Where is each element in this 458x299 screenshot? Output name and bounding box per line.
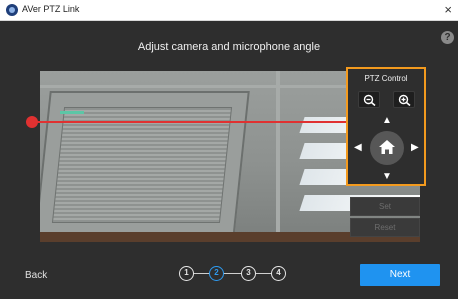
home-icon: [379, 140, 395, 154]
pan-right-icon[interactable]: ▶: [411, 143, 419, 153]
set-button[interactable]: Set: [350, 197, 420, 216]
title-bar: AVer PTZ Link ×: [0, 0, 458, 21]
step-indicator: 1 2 3 4: [179, 264, 289, 282]
angle-guide-line: [32, 121, 346, 123]
pan-left-icon[interactable]: ◀: [354, 143, 362, 153]
step-connector: [188, 273, 278, 274]
home-position-button[interactable]: [370, 131, 404, 165]
zoom-in-button[interactable]: [393, 91, 415, 108]
next-button[interactable]: Next: [360, 264, 440, 286]
aver-logo-icon: [6, 4, 18, 16]
zoom-out-icon: [363, 94, 376, 106]
step-1: 1: [179, 266, 194, 281]
window-title: AVer PTZ Link: [22, 4, 80, 14]
step-2-active: 2: [209, 266, 224, 281]
zoom-in-icon: [398, 94, 411, 106]
tilt-up-icon[interactable]: ▲: [382, 116, 392, 126]
ptz-control-panel: PTZ Control ▲ ◀ ▶ ▼: [346, 67, 426, 186]
angle-guide-handle[interactable]: [26, 116, 38, 128]
main-panel: ? Adjust camera and microphone angle PTZ…: [0, 21, 458, 299]
ptz-control-title: PTZ Control: [364, 74, 408, 83]
reset-button[interactable]: Reset: [350, 218, 420, 237]
page-heading: Adjust camera and microphone angle: [137, 41, 321, 53]
step-3: 3: [241, 266, 256, 281]
step-4: 4: [271, 266, 286, 281]
ceiling-tile-seam: [276, 71, 280, 242]
tilt-down-icon[interactable]: ▼: [382, 172, 392, 182]
ceiling-marker: [60, 111, 84, 114]
zoom-out-button[interactable]: [358, 91, 380, 108]
back-button[interactable]: Back: [25, 270, 47, 281]
close-icon[interactable]: ×: [444, 1, 452, 19]
